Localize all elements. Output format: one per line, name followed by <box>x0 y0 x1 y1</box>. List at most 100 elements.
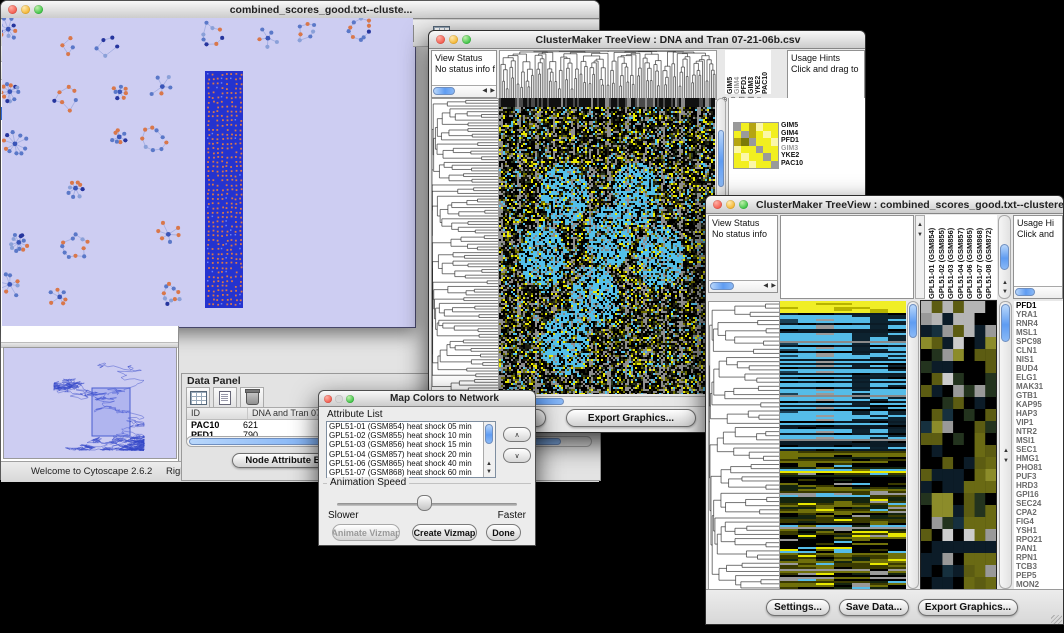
scrollbar-thumb[interactable] <box>1015 288 1035 296</box>
matrix-cell <box>749 131 756 139</box>
gene-label: PHO81 <box>1016 463 1063 472</box>
labels-vscrollbar[interactable]: ▲ ▼ <box>998 215 1011 299</box>
attribute-select-button[interactable] <box>186 387 210 409</box>
scroll-up-icon[interactable]: ▲ <box>1002 280 1008 287</box>
row-dendrogram[interactable] <box>431 98 499 396</box>
heatmap-canvas[interactable] <box>499 98 715 394</box>
network-view-title-bar[interactable]: combined_scores_good.txt--cluste... <box>1 1 599 19</box>
dialog-title-bar[interactable]: Map Colors to Network <box>319 391 535 407</box>
treeview1-title-bar[interactable]: ClusterMaker TreeView : DNA and Tran 07-… <box>429 31 865 49</box>
matrix-cell <box>749 153 756 161</box>
scroll-down-icon[interactable]: ▼ <box>1002 289 1008 296</box>
gene-label: MSL1 <box>1016 328 1063 337</box>
close-button[interactable] <box>713 200 722 209</box>
heatmap-canvas[interactable] <box>780 301 906 589</box>
scroll-up-icon[interactable]: ▲ <box>486 461 492 468</box>
column-dendrogram[interactable] <box>499 50 717 100</box>
minimize-button[interactable] <box>449 35 458 44</box>
zoom-button[interactable] <box>346 395 354 403</box>
attribute-item[interactable]: GPL51-04 (GSM857) heat shock 20 min <box>327 450 495 459</box>
genelist-vscrollbar[interactable]: ▲ ▼ <box>999 301 1012 589</box>
matrix-cell <box>749 138 756 146</box>
column-tree-area[interactable] <box>780 215 914 299</box>
scrollbar-thumb[interactable] <box>1000 244 1009 270</box>
scrollbar-thumb[interactable] <box>433 87 455 95</box>
speed-slider-thumb[interactable] <box>417 495 432 511</box>
label-scroll-strip[interactable]: ▲ ▼ <box>915 215 925 299</box>
delete-attribute-button[interactable] <box>240 387 264 409</box>
matrix-cell <box>763 131 770 139</box>
status-scrollbar[interactable]: ◀ ▶ <box>432 85 496 97</box>
close-button[interactable] <box>324 395 332 403</box>
scroll-down-icon[interactable]: ▼ <box>486 469 492 476</box>
slower-label: Slower <box>328 510 359 521</box>
gene-label: YKE2 <box>781 152 803 160</box>
zoom-heatmap-canvas[interactable] <box>921 301 996 589</box>
zoom-button[interactable] <box>34 5 43 14</box>
column-label: YKE2 <box>755 50 762 94</box>
heatmap-vscrollbar[interactable] <box>907 301 919 589</box>
scrollbar-thumb[interactable] <box>1001 304 1010 342</box>
scrollbar-thumb[interactable] <box>710 282 734 290</box>
id-column-header[interactable]: ID <box>187 408 248 419</box>
scroll-left-icon[interactable]: ◀ <box>482 88 487 95</box>
scroll-down-icon[interactable]: ▼ <box>1003 458 1009 465</box>
row-dendrogram[interactable] <box>708 301 780 591</box>
close-button[interactable] <box>8 5 17 14</box>
scroll-right-icon[interactable]: ▶ <box>771 283 776 290</box>
scrollbar-thumb[interactable] <box>909 304 917 338</box>
scrollbar-thumb[interactable] <box>718 130 724 187</box>
network-overview-canvas[interactable] <box>4 348 174 456</box>
move-down-button[interactable]: ∨ <box>503 448 531 463</box>
create-vizmap-button[interactable]: Create Vizmap <box>412 524 477 541</box>
minimize-button[interactable] <box>21 5 30 14</box>
status-scrollbar[interactable]: ◀ ▶ <box>709 280 777 292</box>
gene-label: MON2 <box>1016 580 1063 589</box>
hints-scrollbar[interactable] <box>1014 286 1062 298</box>
animate-vizmap-button: Animate Vizmap <box>332 524 400 541</box>
minimize-button[interactable] <box>726 200 735 209</box>
scroll-up-icon[interactable]: ▲ <box>1003 448 1009 455</box>
done-button[interactable]: Done <box>486 524 521 541</box>
network-overview-panel[interactable] <box>3 347 177 459</box>
attribute-item[interactable]: GPL51-07 (GSM868) heat shock 60 min <box>327 468 495 477</box>
scroll-up-icon[interactable]: ▲ <box>917 222 923 229</box>
matrix-cell <box>734 123 741 131</box>
close-button[interactable] <box>436 35 445 44</box>
gene-label: GPI16 <box>1016 490 1063 499</box>
zoom-button[interactable] <box>739 200 748 209</box>
treeview2-title: ClusterMaker TreeView : combined_scores_… <box>748 199 1063 211</box>
network-canvas[interactable] <box>2 18 413 326</box>
status-welcome: Welcome to Cytoscape 2.6.2 <box>31 466 152 477</box>
attribute-item[interactable]: GPL51-01 (GSM854) heat shock 05 min <box>327 422 495 431</box>
column-label: PFD1 <box>741 50 748 94</box>
treeview2-title-bar[interactable]: ClusterMaker TreeView : combined_scores_… <box>706 196 1063 214</box>
table-grid-icon <box>190 391 207 405</box>
attribute-item[interactable]: GPL51-02 (GSM855) heat shock 10 min <box>327 431 495 440</box>
gene-label: TCB3 <box>1016 562 1063 571</box>
scroll-left-icon[interactable]: ◀ <box>763 283 768 290</box>
gene-label: PUF3 <box>1016 472 1063 481</box>
treeview-action-button[interactable]: Export Graphics... <box>918 599 1018 616</box>
gene-label: SPC98 <box>1016 337 1063 346</box>
scroll-down-icon[interactable]: ▼ <box>917 232 923 239</box>
cluster-zoom-heatmap[interactable] <box>733 122 779 169</box>
resize-grip[interactable] <box>1051 615 1062 625</box>
move-up-button[interactable]: ∧ <box>503 427 531 442</box>
attribute-item[interactable]: GPL51-03 (GSM856) heat shock 15 min <box>327 440 495 449</box>
attribute-item[interactable]: GPL51-06 (GSM865) heat shock 40 min <box>327 459 495 468</box>
list-scrollbar[interactable]: ▲ ▼ <box>483 422 495 477</box>
scrollbar-thumb[interactable] <box>485 424 493 444</box>
treeview-action-button[interactable]: Export Graphics... <box>566 409 696 427</box>
matrix-cell <box>756 161 763 169</box>
zoom-button[interactable] <box>462 35 471 44</box>
matrix-cell <box>756 123 763 131</box>
scroll-right-icon[interactable]: ▶ <box>490 88 495 95</box>
minimize-button[interactable] <box>335 395 343 403</box>
column-label: GPL51-07 (GSM868) <box>975 215 984 299</box>
animation-speed-label: Animation Speed <box>327 477 409 488</box>
treeview-action-button[interactable]: Save Data... <box>839 599 909 616</box>
attribute-listbox[interactable]: GPL51-01 (GSM854) heat shock 05 minGPL51… <box>326 421 496 478</box>
treeview-action-button[interactable]: Settings... <box>766 599 830 616</box>
new-attribute-button[interactable] <box>213 387 237 409</box>
